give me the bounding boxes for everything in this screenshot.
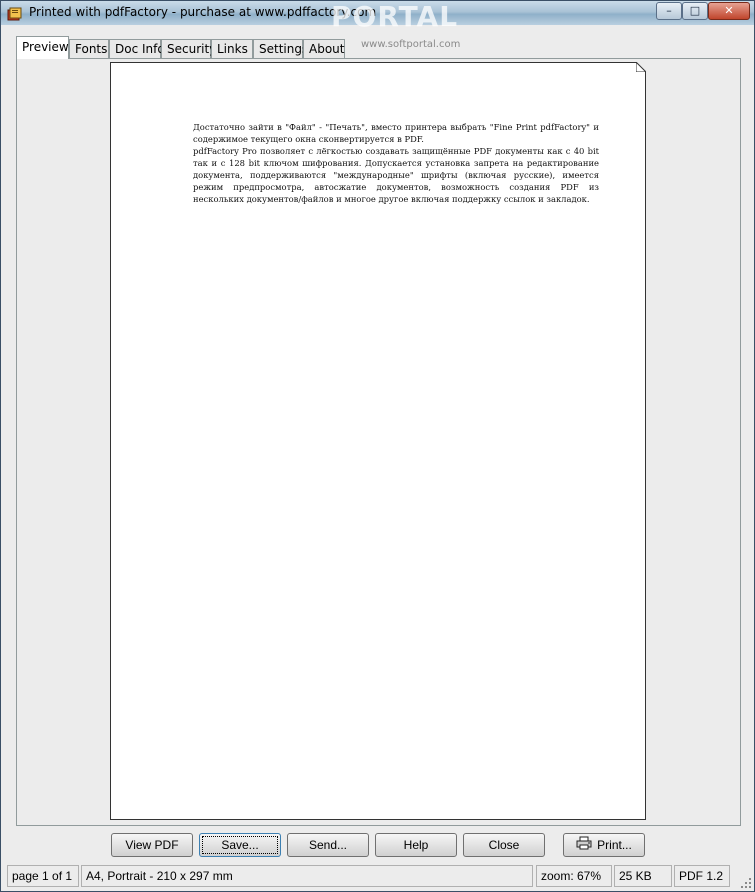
tab-doc-info[interactable]: Doc Info bbox=[109, 39, 165, 58]
save-button[interactable]: Save... bbox=[199, 833, 281, 857]
document-page-preview[interactable]: Достаточно зайти в "Файл" - "Печать", вм… bbox=[110, 62, 646, 820]
print-button[interactable]: Print... bbox=[563, 833, 645, 857]
pdffactory-app-icon[interactable] bbox=[7, 6, 22, 21]
close-window-button[interactable]: ✕ bbox=[708, 2, 750, 20]
view-pdf-label: View PDF bbox=[125, 838, 179, 852]
tab-settings[interactable]: Settings bbox=[253, 39, 308, 58]
tab-links[interactable]: Links bbox=[211, 39, 253, 58]
softportal-watermark-url: www.softportal.com bbox=[361, 39, 461, 50]
title-bar[interactable]: Printed with pdfFactory - purchase at ww… bbox=[1, 1, 754, 31]
send-button[interactable]: Send... bbox=[287, 833, 369, 857]
print-label: Print... bbox=[597, 838, 632, 852]
pdffactory-window: Printed with pdfFactory - purchase at ww… bbox=[0, 0, 755, 892]
page-fold-corner bbox=[636, 62, 646, 72]
help-label: Help bbox=[403, 838, 429, 852]
document-paragraph: pdfFactory Pro позволяет с лёгкостью соз… bbox=[193, 146, 599, 204]
document-text: Достаточно зайти в "Файл" - "Печать", вм… bbox=[193, 121, 599, 205]
tab-fonts[interactable]: Fonts bbox=[69, 39, 109, 58]
status-zoom: zoom: 67% bbox=[536, 865, 612, 887]
maximize-button[interactable]: □ bbox=[682, 2, 708, 20]
status-page: page 1 of 1 bbox=[7, 865, 79, 887]
printer-icon bbox=[576, 835, 592, 857]
status-paper: A4, Portrait - 210 x 297 mm bbox=[81, 865, 533, 887]
status-pdf-version: PDF 1.2 bbox=[674, 865, 730, 887]
window-title: Printed with pdfFactory - purchase at ww… bbox=[29, 5, 377, 19]
save-label: Save... bbox=[221, 838, 259, 852]
tab-about[interactable]: About bbox=[303, 39, 345, 58]
softportal-watermark: PORTAL bbox=[331, 0, 459, 33]
close-label: Close bbox=[488, 838, 520, 852]
document-paragraph: Достаточно зайти в "Файл" - "Печать", вм… bbox=[193, 122, 599, 144]
send-label: Send... bbox=[308, 838, 348, 852]
resize-grip-icon[interactable] bbox=[740, 877, 752, 889]
minimize-button[interactable]: – bbox=[656, 2, 682, 20]
close-button[interactable]: Close bbox=[463, 833, 545, 857]
help-button[interactable]: Help bbox=[375, 833, 457, 857]
status-size: 25 KB bbox=[614, 865, 672, 887]
tab-preview[interactable]: Preview bbox=[16, 36, 69, 59]
status-bar: page 1 of 1 A4, Portrait - 210 x 297 mm … bbox=[1, 863, 754, 891]
tab-security[interactable]: Security bbox=[161, 39, 216, 58]
view-pdf-button[interactable]: View PDF bbox=[111, 833, 193, 857]
